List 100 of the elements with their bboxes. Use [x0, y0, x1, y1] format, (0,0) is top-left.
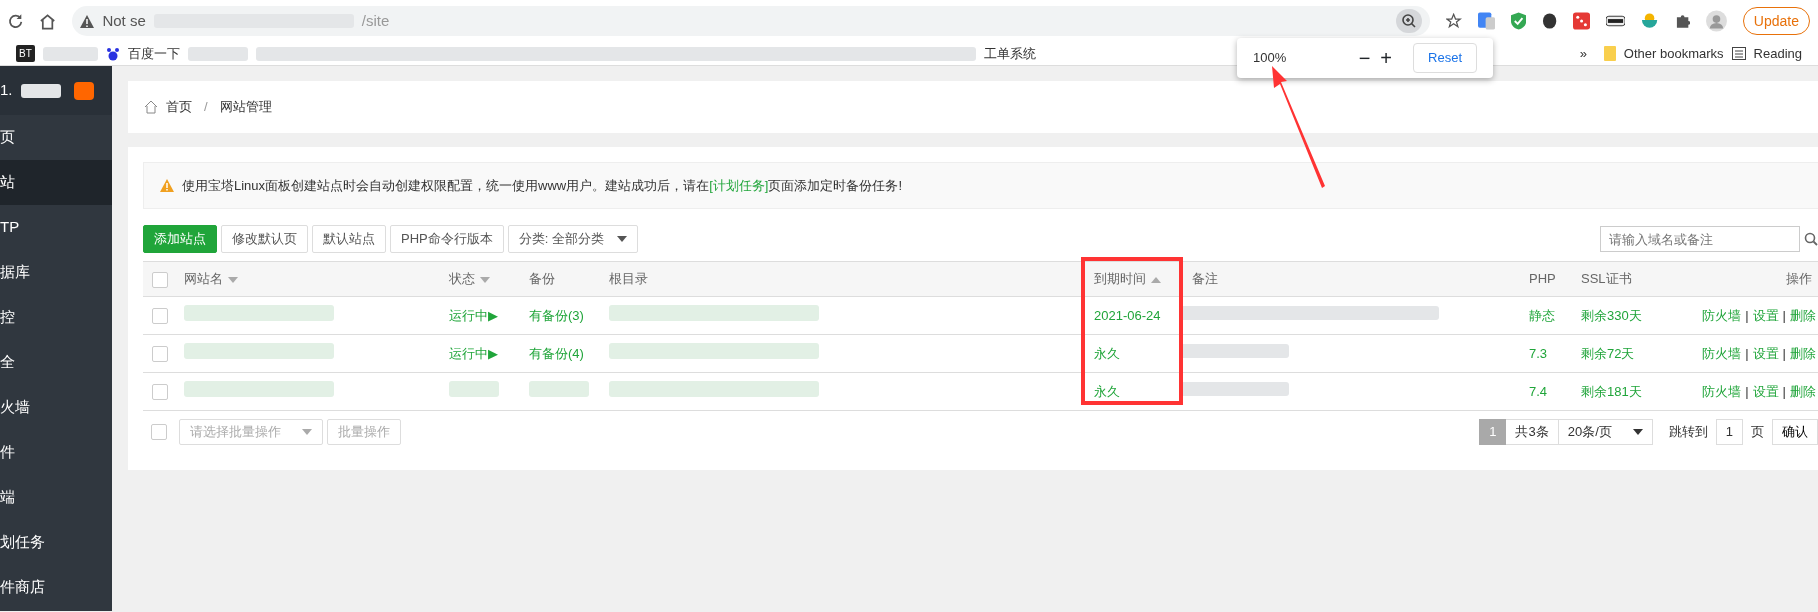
- expiry-link[interactable]: 永久: [1094, 345, 1120, 361]
- ssl-link[interactable]: 剩余181天: [1581, 383, 1642, 399]
- address-bar[interactable]: Not se /site: [72, 6, 1431, 36]
- column-header: 网站名: [184, 271, 223, 287]
- sidebar-item[interactable]: 火墙: [0, 385, 112, 430]
- column-header: PHP: [1529, 271, 1556, 287]
- blurred-text: [42, 46, 98, 61]
- avatar-icon[interactable]: [1705, 10, 1727, 32]
- ssl-link[interactable]: 剩余72天: [1581, 345, 1635, 361]
- sort-icon[interactable]: [1151, 276, 1161, 283]
- page-unit: 页: [1751, 423, 1764, 442]
- action-link[interactable]: 删除: [1790, 345, 1816, 361]
- sidebar-item[interactable]: 件: [0, 430, 112, 475]
- column-header: 备份: [529, 271, 555, 287]
- reading-list[interactable]: Reading: [1753, 43, 1802, 64]
- sidebar-item[interactable]: 页: [0, 115, 112, 160]
- confirm-button[interactable]: 确认: [1772, 419, 1818, 445]
- action-link[interactable]: 防火墙: [1702, 383, 1742, 399]
- toolbar-button[interactable]: 默认站点: [312, 225, 386, 253]
- list-icon[interactable]: [1731, 47, 1746, 60]
- checkbox[interactable]: [152, 308, 168, 325]
- breadcrumb-current: 网站管理: [219, 98, 272, 117]
- search-field[interactable]: 请输入域名或备注: [1600, 226, 1800, 252]
- toolbar-button[interactable]: PHP命令行版本: [390, 225, 504, 253]
- checkbox[interactable]: [152, 271, 168, 288]
- warning-icon[interactable]: [80, 14, 95, 28]
- sidebar-item[interactable]: 端: [0, 475, 112, 520]
- bookmark-link[interactable]: 工单系统: [983, 43, 1036, 64]
- caret-icon: [1632, 429, 1643, 435]
- zoom-level: 100%: [1253, 49, 1287, 68]
- shield-icon[interactable]: [1510, 12, 1527, 30]
- bowl-icon[interactable]: [1641, 12, 1659, 30]
- expiry-link[interactable]: 永久: [1094, 383, 1120, 399]
- action-link[interactable]: 删除: [1790, 307, 1816, 323]
- action-separator: |: [1745, 307, 1749, 323]
- alert-text: 使用宝塔Linux面板创建站点时会自动创建权限配置，统一使用www用户。建站成功后，请在[计划任务]页面添加定时备份任务!: [182, 176, 903, 195]
- action-link[interactable]: 删除: [1790, 383, 1816, 399]
- sidebar-item[interactable]: 划任务: [0, 520, 112, 565]
- ssl-link[interactable]: 剩余330天: [1581, 307, 1642, 323]
- sidebar-item[interactable]: 据库: [0, 250, 112, 295]
- php-link[interactable]: 7.4: [1529, 383, 1548, 399]
- php-link[interactable]: 静态: [1529, 307, 1555, 323]
- action-link[interactable]: 设置: [1752, 345, 1779, 361]
- action-link[interactable]: 设置: [1752, 383, 1779, 399]
- page-size-select[interactable]: 20条/页: [1558, 419, 1653, 445]
- add-site-button[interactable]: 添加站点: [143, 225, 217, 253]
- other-bookmarks[interactable]: Other bookmarks: [1623, 43, 1724, 64]
- blurred-text: [449, 380, 499, 397]
- dice-icon[interactable]: [1573, 12, 1591, 30]
- blurred-text: [187, 46, 248, 61]
- php-link[interactable]: 7.3: [1529, 345, 1548, 361]
- page-input[interactable]: 1: [1715, 419, 1743, 445]
- sort-icon[interactable]: [480, 276, 490, 283]
- column-header: 到期时间: [1094, 271, 1146, 287]
- status-link[interactable]: 运行中▶: [449, 345, 498, 361]
- expiry-link[interactable]: 2021-06-24: [1094, 307, 1161, 323]
- action-separator: |: [1782, 383, 1786, 399]
- bookmarks-overflow[interactable]: »: [1579, 43, 1596, 64]
- zoom-in-button[interactable]: +: [1375, 47, 1398, 69]
- sidebar-item[interactable]: 全: [0, 340, 112, 385]
- column-header: 备注: [1192, 271, 1218, 287]
- puzzle-icon[interactable]: [1674, 13, 1690, 29]
- zoom-out-button[interactable]: −: [1353, 47, 1376, 69]
- sidebar-title: 1.: [0, 80, 13, 101]
- breadcrumb-link[interactable]: 首页: [166, 97, 192, 117]
- action-separator: |: [1745, 345, 1749, 361]
- paw-icon: [105, 46, 120, 61]
- batch-select[interactable]: 请选择批量操作: [179, 419, 323, 445]
- sort-icon[interactable]: [228, 276, 238, 283]
- action-link[interactable]: 设置: [1752, 307, 1779, 323]
- action-link[interactable]: 防火墙: [1702, 345, 1742, 361]
- sidebar-item[interactable]: TP: [0, 205, 112, 250]
- category-dropdown[interactable]: 分类: 全部分类: [507, 225, 638, 253]
- column-header: 操作: [1786, 271, 1812, 287]
- batch-button[interactable]: 批量操作: [327, 419, 401, 445]
- reload-icon[interactable]: [8, 13, 24, 29]
- action-link[interactable]: 防火墙: [1702, 307, 1742, 323]
- task-link[interactable]: [计划任务]: [709, 177, 769, 193]
- bookmark-link[interactable]: 百度一下: [127, 43, 180, 64]
- checkbox[interactable]: [151, 424, 167, 440]
- reset-button[interactable]: Reset: [1413, 43, 1477, 73]
- translate-icon[interactable]: [1477, 12, 1495, 30]
- url-text: /site: [361, 10, 390, 31]
- status-link[interactable]: 运行中▶: [449, 307, 498, 323]
- sidebar-item[interactable]: 控: [0, 295, 112, 340]
- star-icon[interactable]: [1446, 13, 1462, 29]
- checkbox[interactable]: [152, 384, 168, 401]
- home-icon[interactable]: [144, 100, 158, 114]
- bt-bookmark-icon[interactable]: BT: [16, 45, 35, 62]
- update-button[interactable]: Update: [1742, 7, 1810, 35]
- action-separator: |: [1745, 383, 1749, 399]
- home-icon[interactable]: [39, 12, 57, 30]
- checkbox[interactable]: [152, 346, 168, 363]
- search-icon[interactable]: [1804, 232, 1818, 246]
- toolbar-button[interactable]: 修改默认页: [221, 225, 308, 253]
- backup-link[interactable]: 有备份(3): [529, 307, 584, 323]
- sidebar-item[interactable]: 件商店: [0, 565, 112, 610]
- zoom-icon[interactable]: [1396, 9, 1423, 33]
- backup-link[interactable]: 有备份(4): [529, 345, 584, 361]
- sidebar-item[interactable]: 站: [0, 160, 112, 205]
